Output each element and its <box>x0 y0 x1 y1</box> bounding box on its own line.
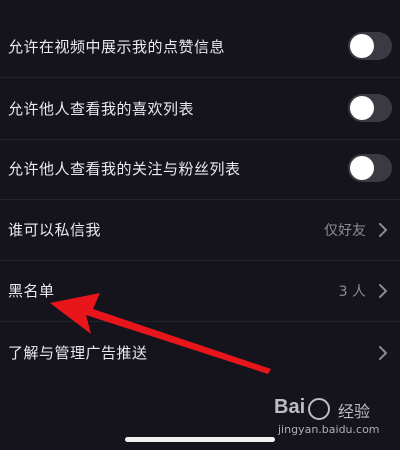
watermark-brand: Bai <box>274 396 306 418</box>
chevron-right-icon <box>376 222 390 237</box>
setting-row-ad-push[interactable]: 了解与管理广告推送 <box>0 322 400 383</box>
setting-row-show-likes-in-video[interactable]: 允许在视频中展示我的点赞信息 <box>0 16 400 77</box>
chevron-right-icon <box>376 345 390 360</box>
paw-icon <box>308 398 330 420</box>
setting-row-blacklist[interactable]: 黑名单 3 人 <box>0 260 400 321</box>
toggle-knob <box>350 34 374 58</box>
toggle-knob <box>350 96 374 120</box>
baidu-jingyan-watermark: Bai 经验 jingyan.baidu.com <box>274 396 394 442</box>
setting-label: 允许他人查看我的喜欢列表 <box>8 100 195 118</box>
setting-label: 允许在视频中展示我的点赞信息 <box>8 38 226 56</box>
toggle-switch-show-likes[interactable] <box>348 32 392 60</box>
home-indicator[interactable] <box>125 437 275 442</box>
setting-label: 了解与管理广告推送 <box>8 344 148 362</box>
setting-label: 黑名单 <box>8 282 55 300</box>
watermark-brand-cn: 经验 <box>338 402 371 421</box>
setting-label: 谁可以私信我 <box>8 221 102 239</box>
setting-label: 允许他人查看我的关注与粉丝列表 <box>8 160 241 178</box>
setting-row-follow-list-visibility[interactable]: 允许他人查看我的关注与粉丝列表 <box>0 138 400 199</box>
setting-row-who-can-message[interactable]: 谁可以私信我 仅好友 <box>0 199 400 260</box>
setting-value: 仅好友 <box>324 222 366 239</box>
chevron-right-icon <box>376 283 390 298</box>
toggle-switch-follow-list[interactable] <box>348 154 392 182</box>
toggle-knob <box>350 156 374 180</box>
privacy-settings-screen: 允许在视频中展示我的点赞信息 允许他人查看我的喜欢列表 允许他人查看我的关注与粉… <box>0 0 400 450</box>
setting-row-liked-list-visibility[interactable]: 允许他人查看我的喜欢列表 <box>0 78 400 139</box>
setting-value: 3 人 <box>338 283 366 300</box>
toggle-switch-liked-list[interactable] <box>348 94 392 122</box>
watermark-url: jingyan.baidu.com <box>278 423 380 436</box>
